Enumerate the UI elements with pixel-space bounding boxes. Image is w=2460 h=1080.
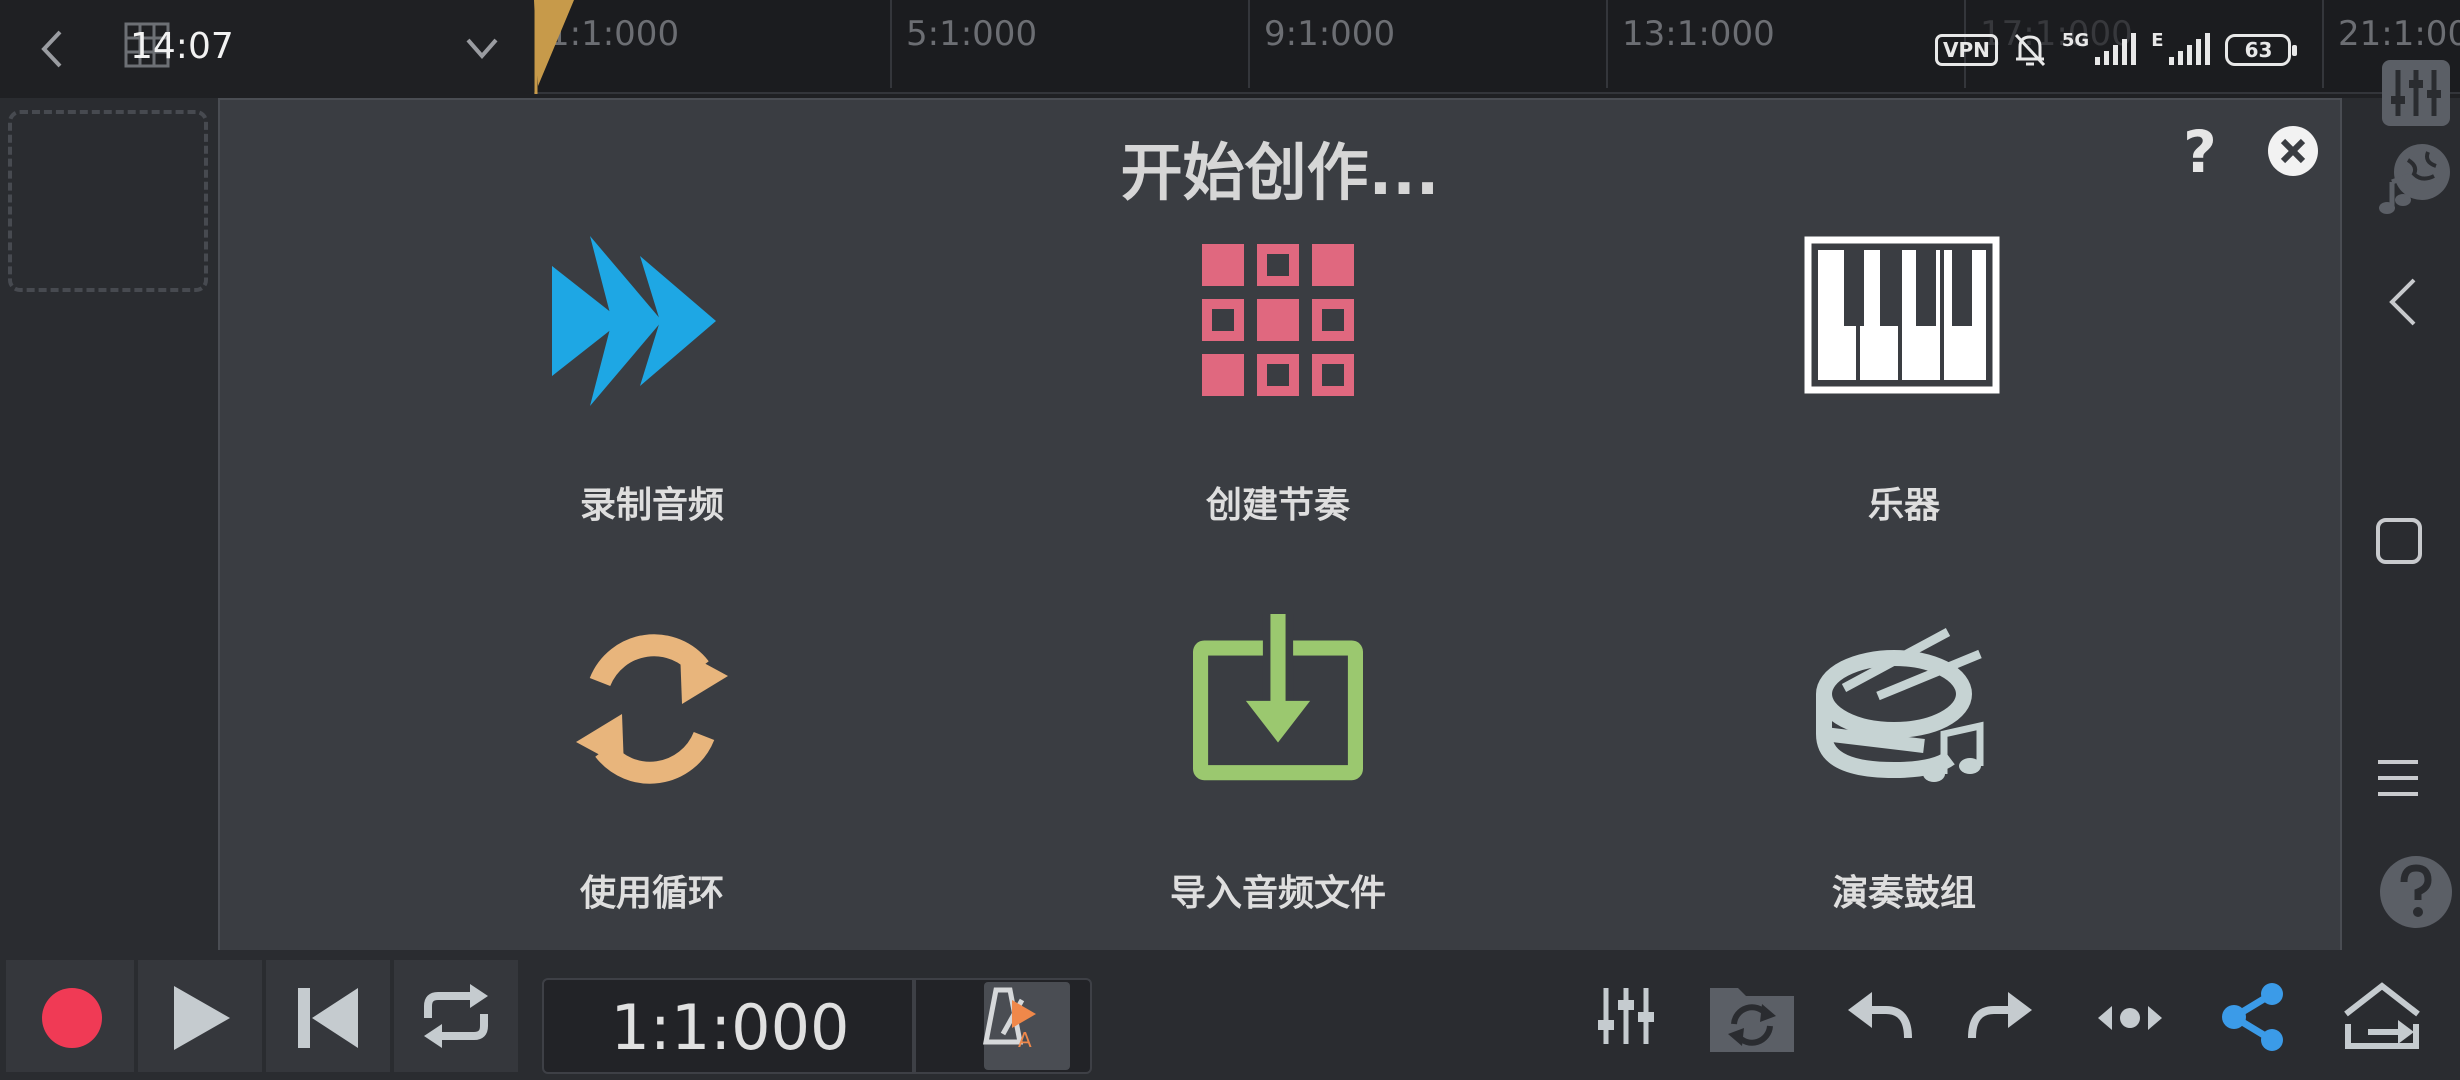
network-5g-label: 5G: [2061, 29, 2090, 51]
drum-kit-icon: [1816, 628, 1984, 782]
repeat-icon[interactable]: [420, 984, 492, 1048]
option-record-audio[interactable]: 录制音频: [392, 236, 912, 596]
mixer-icon[interactable]: [2380, 58, 2452, 128]
status-clock: 14:07: [130, 26, 234, 67]
undo-icon[interactable]: [1846, 990, 1912, 1042]
globe-music-icon[interactable]: [2378, 142, 2454, 218]
record-audio-icon: [552, 236, 716, 406]
top-bar: 14:07 1:1:000 5:1:000 9:1:000 13:1:000 1…: [0, 0, 2460, 98]
bell-muted-icon: [2014, 33, 2045, 67]
loop-folder-icon[interactable]: [1708, 980, 1796, 1054]
help-circle-icon[interactable]: [2378, 854, 2454, 930]
network-e-label: E: [2151, 29, 2164, 51]
record-button[interactable]: [40, 986, 104, 1050]
ruler-tick: [2322, 0, 2324, 88]
option-label: 创建节奏: [1205, 485, 1350, 526]
option-label: 录制音频: [579, 485, 724, 526]
position-display[interactable]: 1:1:000: [542, 978, 914, 1074]
redo-icon[interactable]: [1968, 990, 2034, 1042]
option-label: 乐器: [1867, 485, 1940, 526]
ruler-label: 9:1:000: [1264, 14, 1396, 54]
signal-icon: [2095, 33, 2137, 65]
loop-icon: [576, 634, 728, 784]
beat-grid-icon: [1202, 244, 1354, 396]
empty-track-placeholder[interactable]: [8, 110, 208, 292]
option-instruments[interactable]: 乐器: [1644, 236, 2164, 596]
ruler-tick: [1248, 0, 1250, 88]
chevron-down-icon[interactable]: [460, 26, 504, 70]
battery-level: 63: [2244, 38, 2273, 62]
dialog-title: 开始创作...: [1120, 136, 1440, 209]
mixer-sliders-icon[interactable]: [1596, 986, 1656, 1046]
skip-to-start-icon[interactable]: [296, 986, 360, 1050]
import-audio-icon: [1193, 614, 1363, 781]
export-tray-icon[interactable]: [2342, 980, 2422, 1050]
ruler-tick: [1606, 0, 1608, 88]
signal-icon: [2169, 33, 2211, 65]
nav-recents-icon[interactable]: [2374, 756, 2422, 800]
system-status-bar: VPN 5G E 63: [1935, 28, 2298, 72]
option-drum-kit[interactable]: 演奏鼓组: [1644, 624, 2164, 984]
close-icon[interactable]: [2266, 124, 2320, 178]
option-import-audio[interactable]: 导入音频文件: [1018, 614, 1538, 974]
option-label: 使用循环: [579, 873, 724, 914]
position-text: 1:1:000: [610, 991, 850, 1064]
option-label: 导入音频文件: [1169, 873, 1386, 914]
ruler-label: 5:1:000: [906, 14, 1038, 54]
ruler-tick: [890, 0, 892, 88]
vpn-badge: VPN: [1935, 34, 1998, 66]
ruler-label: 21:1:00: [2338, 14, 2460, 54]
play-icon[interactable]: [170, 984, 234, 1052]
battery-indicator: 63: [2225, 34, 2298, 66]
nav-home-icon[interactable]: [2374, 516, 2424, 566]
expand-horizontal-icon[interactable]: [2096, 1000, 2164, 1036]
nav-back-icon[interactable]: [2382, 274, 2426, 330]
start-creating-dialog: 开始创作... ? 录制音频 创建节奏 乐器 使用循环 导入音频文件 演奏鼓组: [218, 98, 2342, 982]
playhead-marker[interactable]: [534, 0, 574, 94]
piano-keys-icon: [1804, 236, 2000, 394]
back-chevron-icon[interactable]: [30, 22, 74, 76]
option-label: 演奏鼓组: [1831, 873, 1976, 914]
option-create-beat[interactable]: 创建节奏: [1018, 236, 1538, 596]
ruler-label: 13:1:000: [1622, 14, 1775, 54]
share-icon[interactable]: [2220, 982, 2286, 1052]
help-button[interactable]: ?: [2170, 122, 2230, 182]
option-use-loops[interactable]: 使用循环: [392, 624, 912, 984]
metronome-badge: A: [1018, 1028, 1032, 1052]
